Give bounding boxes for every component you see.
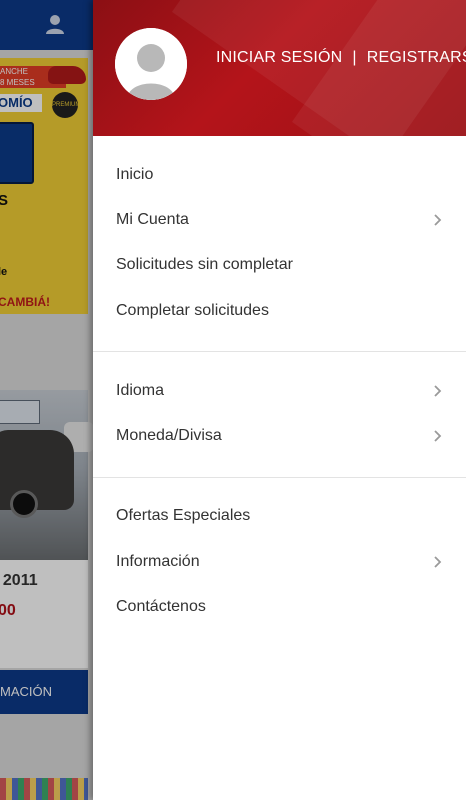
- menu-item-label: Solicitudes sin completar: [116, 256, 293, 274]
- navigation-drawer: INICIAR SESIÓN | REGISTRARSE Inicio Mi Cue…: [93, 0, 466, 800]
- auth-separator: |: [352, 49, 357, 66]
- menu-item-label: Inicio: [116, 165, 154, 183]
- register-link[interactable]: REGISTRARSE: [367, 49, 466, 66]
- menu-group-main: Inicio Mi Cuenta Solicitudes sin complet…: [93, 136, 466, 351]
- menu-item-informacion[interactable]: Información: [93, 539, 466, 584]
- chevron-right-icon: [434, 214, 442, 226]
- menu-item-contactenos[interactable]: Contáctenos: [93, 584, 466, 629]
- menu-item-idioma[interactable]: Idioma: [93, 368, 466, 413]
- login-link[interactable]: INICIAR SESIÓN: [216, 49, 342, 66]
- background-page: ANCHE 8 MESES OMÍO PREMIUM S le CAMBIÁ! …: [0, 0, 93, 800]
- chevron-right-icon: [434, 556, 442, 568]
- drawer-header: INICIAR SESIÓN | REGISTRARSE: [93, 0, 466, 136]
- drawer-scrim[interactable]: [0, 0, 93, 800]
- menu-item-inicio[interactable]: Inicio: [93, 152, 466, 197]
- menu-item-label: Ofertas Especiales: [116, 507, 251, 525]
- drawer-menu: Inicio Mi Cuenta Solicitudes sin complet…: [93, 136, 466, 648]
- menu-item-ofertas-especiales[interactable]: Ofertas Especiales: [93, 494, 466, 539]
- chevron-right-icon: [434, 385, 442, 397]
- user-avatar-icon: [115, 28, 187, 100]
- menu-item-moneda-divisa[interactable]: Moneda/Divisa: [93, 413, 466, 458]
- menu-item-label: Moneda/Divisa: [116, 427, 222, 445]
- menu-group-settings: Idioma Moneda/Divisa: [93, 351, 466, 477]
- menu-item-completar-solicitudes[interactable]: Completar solicitudes: [93, 288, 466, 333]
- menu-item-label: Idioma: [116, 381, 165, 399]
- auth-links: INICIAR SESIÓN | REGISTRARSE: [216, 49, 466, 67]
- menu-item-label: Información: [116, 552, 200, 570]
- menu-item-label: Completar solicitudes: [116, 301, 269, 319]
- avatar[interactable]: [115, 28, 187, 100]
- menu-group-info: Ofertas Especiales Información Contácten…: [93, 476, 466, 648]
- menu-item-solicitudes-sin-completar[interactable]: Solicitudes sin completar: [93, 243, 466, 288]
- menu-item-mi-cuenta[interactable]: Mi Cuenta: [93, 197, 466, 242]
- menu-item-label: Contáctenos: [116, 598, 206, 616]
- chevron-right-icon: [434, 430, 442, 442]
- menu-item-label: Mi Cuenta: [116, 210, 189, 228]
